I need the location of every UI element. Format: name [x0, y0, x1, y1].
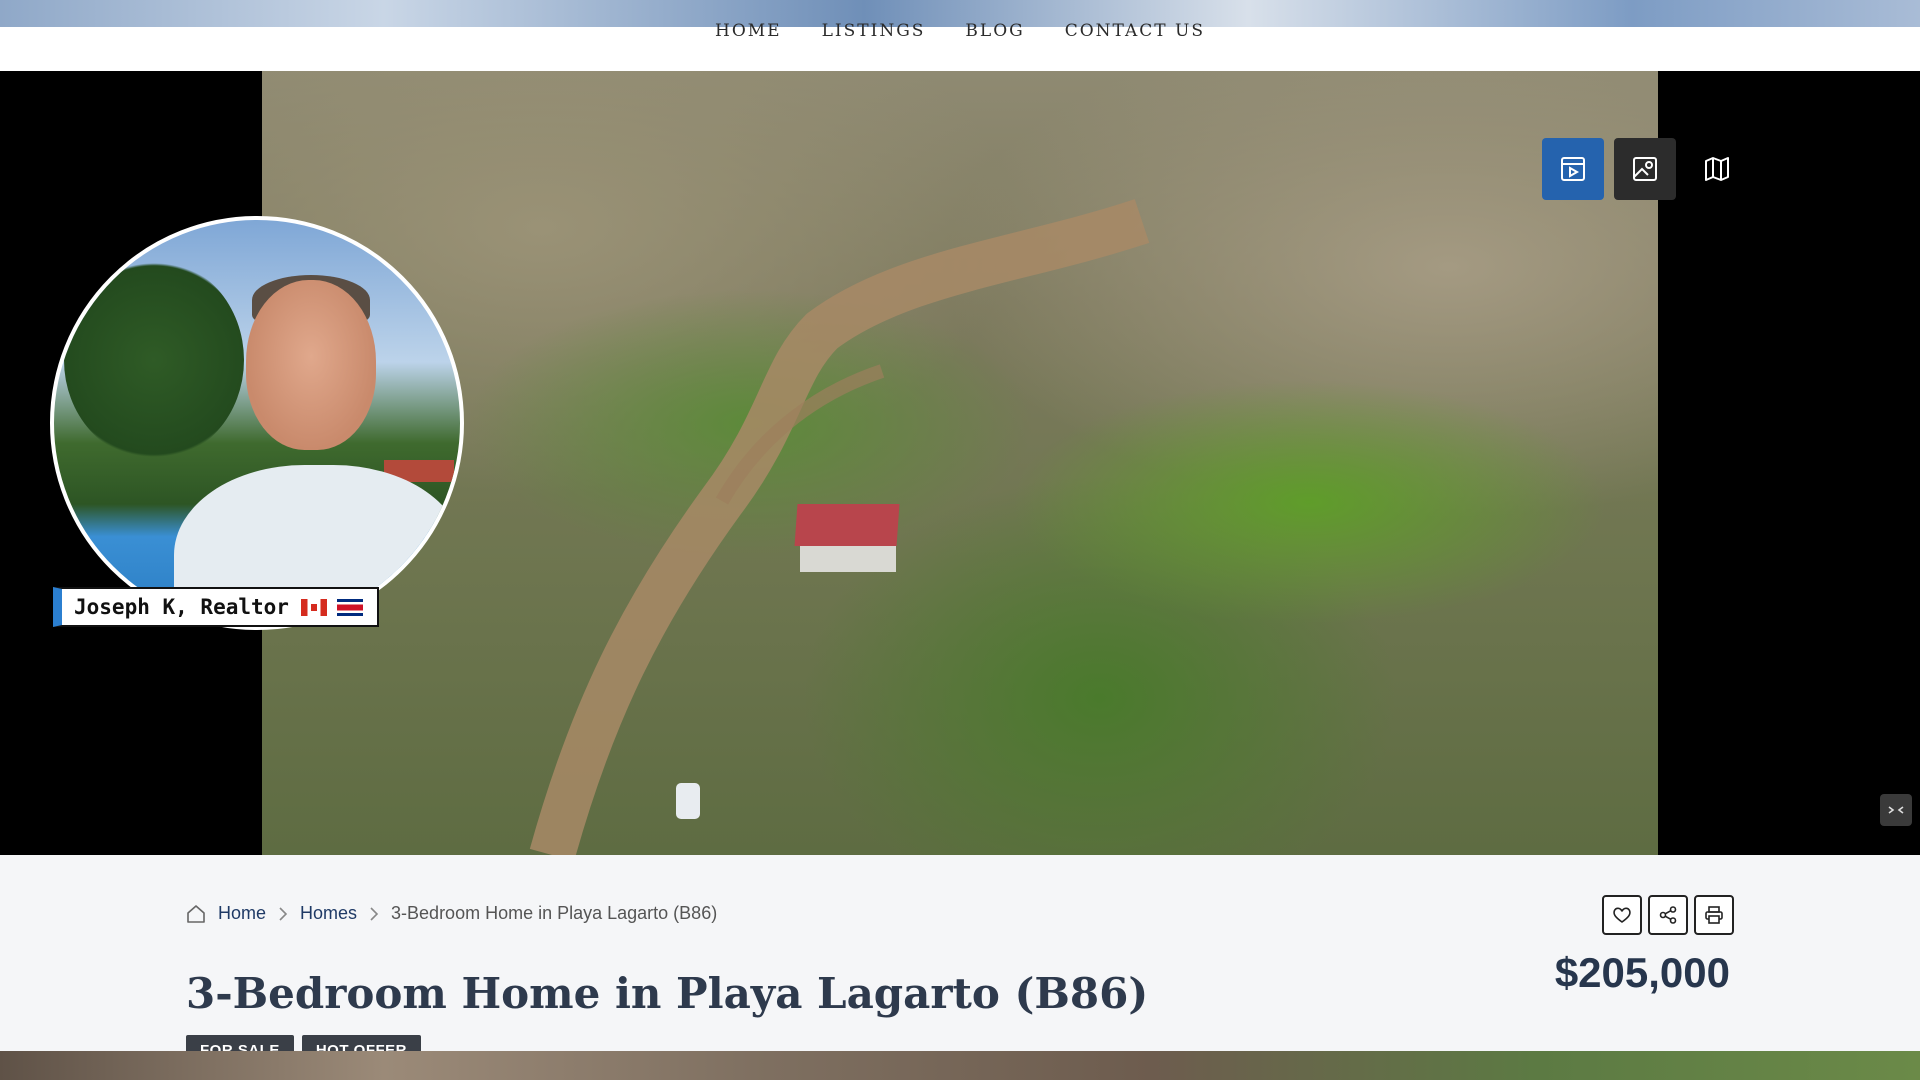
chevron-right-icon — [278, 906, 288, 921]
presenter-name: Joseph K, Realtor — [74, 595, 289, 619]
house-roof — [794, 504, 900, 546]
collapse-video-button[interactable] — [1880, 794, 1912, 826]
breadcrumb: Home Homes 3-Bedroom Home in Playa Lagar… — [186, 903, 717, 924]
breadcrumb-home[interactable]: Home — [218, 903, 266, 924]
breadcrumb-current: 3-Bedroom Home in Playa Lagarto (B86) — [391, 903, 718, 923]
collapse-icon — [1888, 806, 1904, 814]
photo-gallery-icon — [1633, 157, 1657, 181]
canada-flag-icon — [300, 598, 327, 616]
chevron-right-icon — [369, 906, 379, 921]
gallery-preview-strip — [0, 1051, 1920, 1080]
presenter-video-bubble — [50, 216, 464, 630]
listing-details: Home Homes 3-Bedroom Home in Playa Lagar… — [0, 855, 1920, 1069]
nav-listings[interactable]: LISTINGS — [822, 21, 926, 41]
main-navigation: HOME LISTINGS BLOG CONTACT US — [0, 21, 1920, 71]
print-button[interactable] — [1694, 895, 1734, 935]
share-button[interactable] — [1648, 895, 1688, 935]
nav-blog[interactable]: BLOG — [965, 21, 1024, 41]
breadcrumb-homes[interactable]: Homes — [300, 903, 357, 924]
costa-rica-flag-icon — [336, 598, 363, 616]
listing-price: $205,000 — [1554, 949, 1730, 996]
house-wall — [800, 546, 896, 572]
dirt-road-graphic — [529, 199, 1150, 855]
favorite-button[interactable] — [1602, 895, 1642, 935]
print-icon — [1705, 906, 1723, 924]
presenter-avatar — [246, 280, 376, 450]
gallery-view-button[interactable] — [1614, 138, 1676, 200]
heart-icon — [1613, 907, 1631, 923]
listing-title: 3-Bedroom Home in Playa Lagarto (B86) — [186, 969, 1149, 1018]
map-view-button[interactable] — [1686, 138, 1748, 200]
media-view-switcher — [1542, 138, 1748, 200]
header-background-image — [0, 0, 1920, 27]
home-icon[interactable] — [186, 904, 206, 924]
nav-home[interactable]: HOME — [715, 21, 782, 41]
video-icon — [1561, 157, 1585, 181]
presenter-name-tag: Joseph K, Realtor — [53, 587, 379, 627]
video-view-button[interactable] — [1542, 138, 1604, 200]
map-icon — [1705, 157, 1729, 181]
listing-actions — [1602, 895, 1734, 935]
share-icon — [1659, 906, 1677, 924]
nav-contact-us[interactable]: CONTACT US — [1065, 21, 1205, 41]
hero-media: Joseph K, Realtor — [0, 71, 1920, 855]
aerial-video-frame[interactable] — [262, 71, 1658, 855]
